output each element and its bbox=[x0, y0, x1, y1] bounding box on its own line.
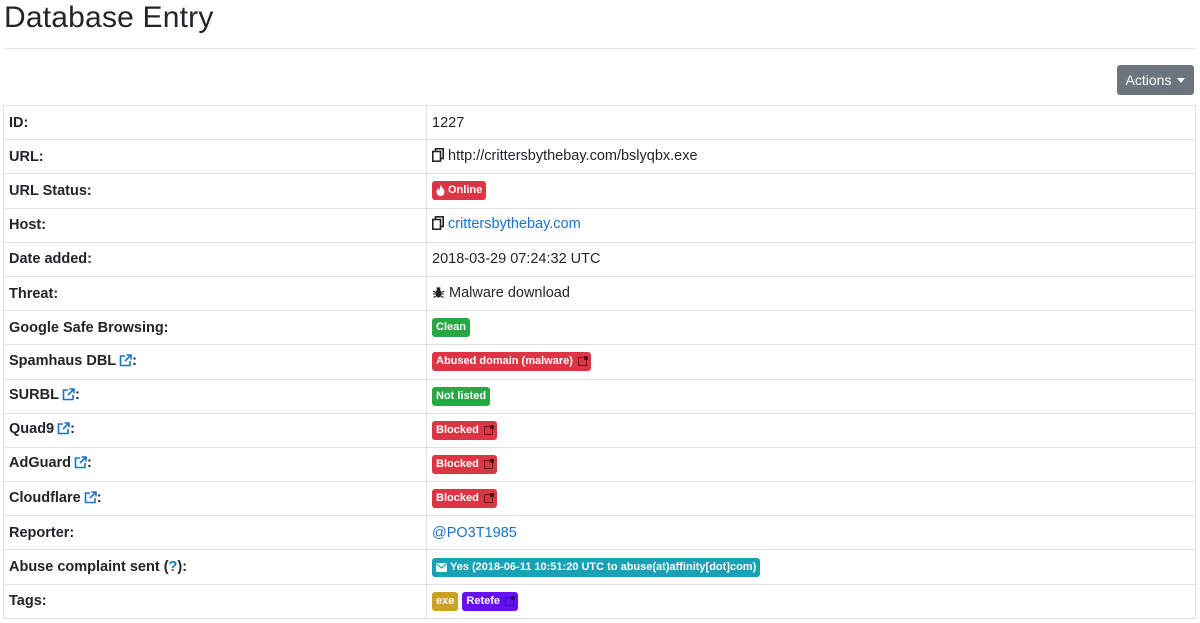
adguard-badge-text: Blocked bbox=[436, 457, 479, 470]
external-link-icon bbox=[483, 424, 494, 435]
spamhaus-badge[interactable]: Abused domain (malware) bbox=[432, 352, 591, 372]
external-link-icon[interactable] bbox=[57, 422, 70, 439]
table-row: Google Safe Browsing: Clean bbox=[3, 310, 1196, 346]
label-suffix: : bbox=[74, 387, 80, 404]
table-row: URL: http://crittersbythebay.com/bslyqbx… bbox=[3, 139, 1196, 175]
abuse-badge-text: Yes (2018-06-11 10:51:20 UTC to abuse(at… bbox=[450, 560, 757, 573]
table-row: Spamhaus DBL : Abused domain (malware) bbox=[3, 344, 1196, 380]
external-link-icon[interactable] bbox=[119, 354, 132, 371]
row-label-url-status: URL Status: bbox=[3, 173, 427, 209]
external-link-icon[interactable] bbox=[74, 456, 87, 473]
table-row: Reporter: @PO3T1985 bbox=[3, 515, 1196, 551]
table-row: ID: 1227 bbox=[3, 104, 1196, 141]
table-row: Threat: Malware download bbox=[3, 275, 1196, 312]
row-label-date-added: Date added: bbox=[3, 241, 427, 277]
table-row: Date added: 2018-03-29 07:24:32 UTC bbox=[3, 241, 1196, 277]
caret-down-icon bbox=[1177, 78, 1186, 83]
bug-icon bbox=[432, 286, 445, 303]
table-row: Abuse complaint sent (?): Yes (2018-06-1… bbox=[3, 549, 1196, 585]
row-label-abuse-end: ): bbox=[177, 559, 188, 576]
envelope-icon bbox=[436, 562, 447, 572]
actions-label: Actions bbox=[1125, 72, 1172, 88]
host-link[interactable]: crittersbythebay.com bbox=[448, 216, 581, 232]
row-label-gsb: Google Safe Browsing: bbox=[3, 310, 427, 346]
row-label-tags: Tags: bbox=[3, 583, 427, 619]
table-row: Host: crittersbythebay.com bbox=[3, 207, 1196, 243]
page-title: Database Entry bbox=[4, 1, 214, 34]
reporter-link[interactable]: @PO3T1985 bbox=[432, 525, 517, 541]
row-label-cloudflare: Cloudflare bbox=[9, 489, 81, 506]
abuse-badge: Yes (2018-06-11 10:51:20 UTC to abuse(at… bbox=[432, 557, 761, 577]
tag-badge-retefe[interactable]: Retefe bbox=[462, 591, 519, 611]
row-label-id: ID: bbox=[3, 104, 427, 141]
table-row: Cloudflare : Blocked bbox=[3, 481, 1196, 517]
tag-badge-exe[interactable]: exe bbox=[432, 591, 459, 611]
entry-table: ID: 1227 URL: http://crittersbythebay.co… bbox=[3, 104, 1196, 619]
cloudflare-badge-text: Blocked bbox=[436, 492, 479, 505]
table-row: AdGuard : Blocked bbox=[3, 446, 1196, 483]
quad9-badge[interactable]: Blocked bbox=[432, 420, 497, 440]
copy-icon[interactable] bbox=[432, 216, 444, 234]
title-divider bbox=[4, 48, 1196, 49]
adguard-badge[interactable]: Blocked bbox=[432, 454, 497, 474]
row-label-reporter: Reporter: bbox=[3, 515, 427, 551]
quad9-badge-text: Blocked bbox=[436, 423, 479, 436]
spamhaus-badge-text: Abused domain (malware) bbox=[436, 355, 573, 368]
tag-badge-retefe-text: Retefe bbox=[466, 594, 501, 607]
actions-dropdown-button[interactable]: Actions bbox=[1117, 65, 1194, 95]
table-row: URL Status: Online bbox=[3, 173, 1196, 209]
fire-icon bbox=[436, 185, 445, 197]
row-label-adguard: AdGuard bbox=[9, 455, 72, 472]
row-label-quad9: Quad9 bbox=[9, 421, 55, 438]
external-link-icon bbox=[483, 493, 494, 504]
label-suffix: : bbox=[132, 352, 138, 369]
status-badge-text: Online bbox=[448, 184, 483, 197]
row-label-host: Host: bbox=[3, 207, 427, 243]
external-link-icon[interactable] bbox=[62, 388, 75, 405]
copy-icon[interactable] bbox=[432, 147, 444, 166]
label-suffix: : bbox=[87, 455, 92, 472]
row-label-surbl: SURBL bbox=[9, 387, 59, 404]
gsb-badge: Clean bbox=[432, 318, 470, 338]
threat-value: Malware download bbox=[449, 284, 570, 301]
external-link-icon bbox=[505, 595, 516, 606]
row-value-id: 1227 bbox=[426, 104, 1196, 141]
label-suffix: : bbox=[70, 421, 75, 438]
table-row: Tags: exe Retefe bbox=[3, 583, 1196, 619]
external-link-icon bbox=[577, 356, 588, 367]
table-row: Quad9 : Blocked bbox=[3, 412, 1196, 448]
date-added-value: 2018-03-29 07:24:32 UTC bbox=[426, 241, 1196, 277]
row-label-threat: Threat: bbox=[3, 275, 427, 312]
row-label-spamhaus: Spamhaus DBL bbox=[9, 352, 117, 369]
external-link-icon[interactable] bbox=[84, 490, 97, 508]
status-badge: Online bbox=[432, 181, 487, 201]
row-label-abuse: Abuse complaint sent ( bbox=[9, 559, 169, 576]
cloudflare-badge[interactable]: Blocked bbox=[432, 489, 497, 509]
surbl-badge: Not listed bbox=[432, 386, 491, 406]
label-suffix: : bbox=[96, 489, 102, 506]
row-label-url: URL: bbox=[3, 139, 427, 175]
table-row: SURBL : Not listed bbox=[3, 378, 1196, 414]
external-link-icon bbox=[483, 458, 494, 469]
url-value: http://crittersbythebay.com/bslyqbx.exe bbox=[448, 147, 698, 164]
